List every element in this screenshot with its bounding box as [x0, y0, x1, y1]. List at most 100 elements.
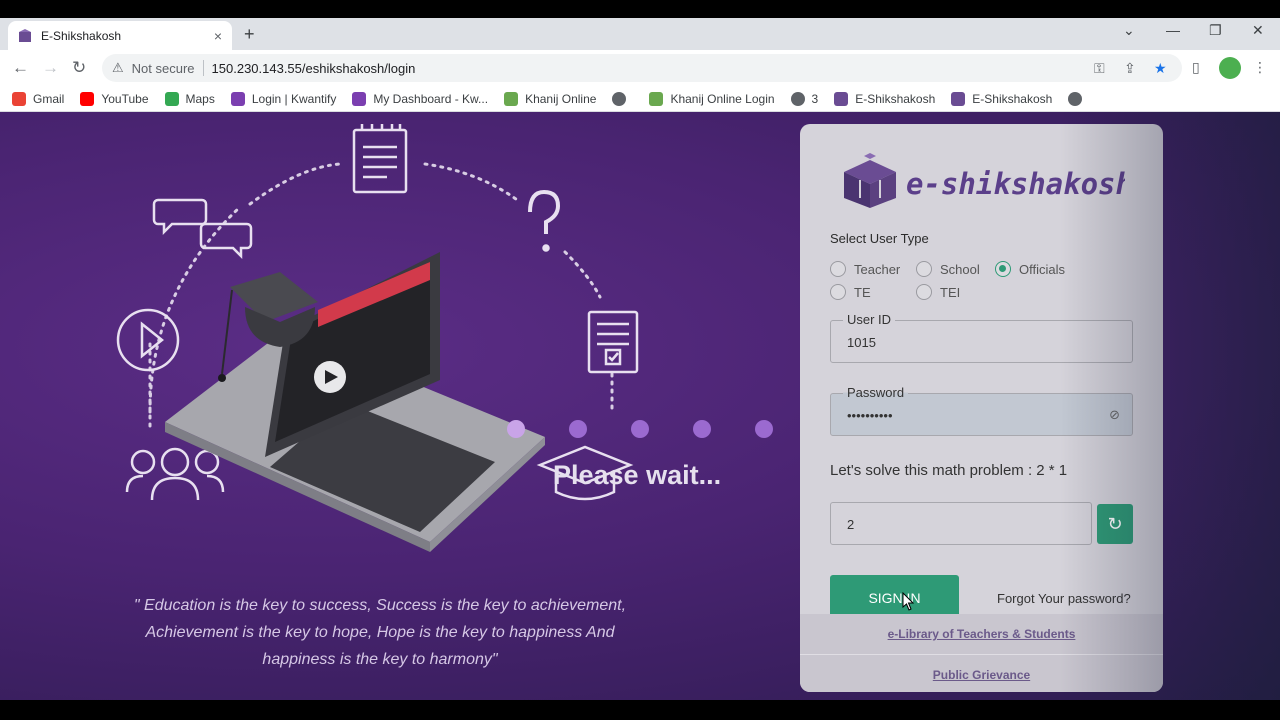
radio-circle[interactable] — [916, 261, 932, 277]
key-icon[interactable]: ⚿ — [1094, 60, 1105, 77]
user-type-label: Select User Type — [830, 231, 929, 246]
bookmark-favicon-icon — [790, 91, 805, 106]
bookmark-item[interactable]: E-Shikshakosh — [951, 91, 1053, 106]
bookmark-favicon-icon — [230, 91, 245, 106]
bookmark-favicon-icon — [164, 91, 179, 106]
bookmark-favicon-icon — [1068, 91, 1083, 106]
bookmark-favicon-icon — [352, 91, 367, 106]
bookmark-favicon-icon — [834, 91, 849, 106]
warning-icon: ⚠ — [112, 60, 124, 75]
bookmark-label: 3 — [811, 91, 819, 106]
bookmark-label: Gmail — [33, 91, 65, 106]
loading-text: Please wait... — [553, 460, 722, 490]
url-text[interactable]: 150.230.143.55/eshikshakosh/login — [212, 61, 416, 76]
notepad-icon — [352, 128, 408, 194]
side-panel-icon[interactable]: ▯ — [1192, 59, 1200, 76]
elibrary-link[interactable]: e-Library of Teachers & Students — [800, 614, 1163, 654]
security-label[interactable]: Not secure — [132, 61, 195, 76]
password-field[interactable]: Password •••••••••• ⊘ — [830, 385, 1133, 436]
refresh-captcha-button[interactable]: ↻ — [1097, 504, 1133, 544]
logo-text: e-shikshakosh — [906, 167, 1125, 201]
bookmark-favicon-icon — [80, 91, 95, 106]
password-value[interactable]: •••••••••• — [847, 408, 893, 423]
bookmark-label: My Dashboard - Kw... — [373, 91, 489, 106]
laptop-illustration — [165, 252, 545, 552]
address-bar[interactable]: ⚠ Not secure 150.230.143.55/eshikshakosh… — [102, 54, 1182, 82]
radio-circle[interactable] — [916, 284, 932, 300]
math-answer-value[interactable]: 2 — [847, 517, 854, 532]
hide-password-icon[interactable]: ⊘ — [1109, 407, 1120, 423]
bookmark-item[interactable]: My Dashboard - Kw... — [352, 91, 489, 106]
share-icon[interactable]: ⇪ — [1124, 60, 1136, 77]
bookmark-label: E-Shikshakosh — [972, 91, 1053, 106]
eshikshakosh-logo: e-shikshakosh — [844, 153, 1125, 208]
userid-field[interactable]: User ID 1015 — [830, 312, 1133, 363]
login-page: Please wait... " Education is the key to… — [0, 112, 1280, 700]
radio-te[interactable]: TE — [830, 284, 871, 300]
radio-label: School — [940, 261, 980, 277]
bookmark-label: YouTube — [101, 91, 149, 106]
userid-label: User ID — [843, 312, 896, 327]
radio-circle[interactable] — [830, 261, 846, 277]
radio-label: TE — [854, 284, 871, 300]
tab-eshikshakosh[interactable]: E-Shikshakosh × — [8, 21, 232, 50]
tab-title: E-Shikshakosh — [41, 28, 122, 43]
math-problem-label: Let's solve this math problem : 2 * 1 — [830, 462, 1068, 479]
radio-officials[interactable]: Officials — [995, 261, 1065, 277]
userid-value[interactable]: 1015 — [847, 335, 876, 350]
tab-close-icon[interactable]: × — [214, 28, 222, 44]
radio-label: Teacher — [854, 261, 901, 277]
radio-tei[interactable]: TEI — [916, 284, 960, 300]
bookmark-item[interactable]: 3 — [790, 91, 819, 106]
forgot-password-link[interactable]: Forgot Your password? — [997, 591, 1131, 606]
bookmark-item[interactable] — [612, 91, 633, 106]
tab-strip: E-Shikshakosh × + ⌄ — ❐ ✕ — [0, 18, 1280, 50]
mouse-cursor-icon — [902, 592, 915, 611]
radio-circle-selected[interactable] — [995, 261, 1011, 277]
close-window-button[interactable]: ✕ — [1252, 22, 1264, 39]
bookmark-item[interactable]: YouTube — [80, 91, 149, 106]
screen-top-border — [0, 0, 1280, 18]
refresh-icon: ↻ — [1107, 514, 1123, 534]
minimize-button[interactable]: — — [1166, 22, 1180, 38]
bookmark-favicon-icon — [951, 91, 966, 106]
quote-text: " Education is the key to success, Succe… — [133, 597, 627, 668]
new-tab-button[interactable]: + — [244, 24, 255, 45]
loading-dots — [507, 420, 773, 438]
bookmark-label: Maps — [185, 91, 215, 106]
bookmark-favicon-icon — [12, 91, 26, 106]
restore-button[interactable]: ❐ — [1209, 22, 1222, 39]
bookmark-label: Login | Kwantify — [251, 91, 337, 106]
radio-school[interactable]: School — [916, 261, 980, 277]
bookmark-item[interactable]: Maps — [164, 91, 215, 106]
bookmark-item[interactable]: Khanij Online — [504, 91, 596, 106]
bookmark-favicon-icon — [504, 91, 519, 106]
bookmark-item[interactable]: Gmail — [12, 91, 65, 106]
reload-icon[interactable]: ↻ — [72, 58, 86, 78]
radio-label: Officials — [1019, 261, 1065, 277]
browser-toolbar: ← → ↻ ⚠ Not secure 150.230.143.55/eshiks… — [0, 50, 1280, 86]
forward-icon[interactable]: → — [42, 58, 59, 78]
math-answer-field[interactable]: 2 — [830, 502, 1092, 545]
bookmark-favicon-icon — [649, 91, 664, 106]
menu-icon[interactable]: ⋮ — [1253, 59, 1267, 76]
bookmark-item[interactable]: Khanij Online Login — [649, 91, 775, 106]
eshikshakosh-favicon-icon — [19, 28, 31, 42]
omnibox-divider — [202, 60, 204, 76]
bookmark-item[interactable]: E-Shikshakosh — [834, 91, 936, 106]
password-label: Password — [843, 385, 909, 400]
bookmark-label: E-Shikshakosh — [855, 91, 936, 106]
bookmark-star-icon[interactable]: ★ — [1154, 60, 1167, 77]
public-grievance-link[interactable]: Public Grievance — [800, 654, 1163, 692]
radio-circle[interactable] — [830, 284, 846, 300]
bookmark-item[interactable]: Login | Kwantify — [230, 91, 337, 106]
back-icon[interactable]: ← — [12, 58, 29, 78]
radio-label: TEI — [940, 284, 961, 300]
bookmark-item[interactable] — [1068, 91, 1089, 106]
profile-avatar[interactable] — [1219, 57, 1241, 79]
radio-teacher[interactable]: Teacher — [830, 261, 900, 277]
login-card: e-shikshakosh Select User Type Teacher S… — [800, 124, 1163, 692]
tab-search-icon[interactable]: ⌄ — [1123, 22, 1135, 39]
bookmarks-bar: Gmail YouTube Maps Login | Kwantify My Dashb… — [0, 86, 1280, 112]
screen-bottom-border — [0, 700, 1280, 720]
